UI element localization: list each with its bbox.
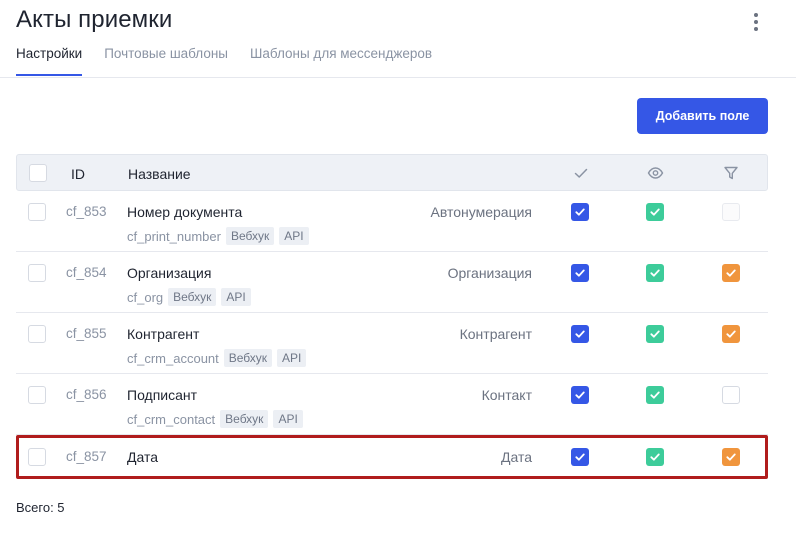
field-code: cf_print_number [127, 228, 221, 244]
field-type: Организация [447, 265, 532, 281]
table-row: cf_853 Номер документа cf_print_number В… [16, 191, 768, 252]
webhook-tag: Вебхук [223, 349, 273, 367]
visible-checkbox[interactable] [646, 325, 664, 343]
page-title: Акты приемки [16, 6, 173, 33]
header-name: Название [128, 166, 191, 182]
required-checkbox[interactable] [571, 386, 589, 404]
field-id: cf_853 [66, 204, 107, 219]
tab-bar: Настройки Почтовые шаблоны Шаблоны для м… [16, 46, 432, 76]
api-tag: API [273, 410, 303, 428]
filter-checkbox[interactable] [722, 386, 740, 404]
field-type: Дата [500, 449, 532, 465]
field-name: Номер документа [127, 204, 243, 220]
webhook-tag: Вебхук [168, 288, 217, 306]
table-row-highlighted: cf_857 Дата Дата [16, 435, 768, 479]
field-code: cf_crm_contact [127, 411, 216, 427]
required-checkbox[interactable] [571, 448, 589, 466]
filter-checkbox[interactable] [722, 264, 740, 282]
more-options-icon[interactable] [745, 10, 767, 34]
field-name: Подписант [127, 387, 198, 403]
api-tag: API [279, 227, 309, 245]
visible-checkbox[interactable] [646, 386, 664, 404]
visible-checkbox[interactable] [646, 264, 664, 282]
required-checkbox[interactable] [571, 264, 589, 282]
header-id: ID [71, 166, 85, 182]
field-code-line: cf_crm_account Вебхук API [127, 349, 307, 367]
table-header: ID Название [16, 154, 768, 191]
field-name: Дата [127, 449, 159, 465]
tab-messenger-templates[interactable]: Шаблоны для мессенджеров [250, 46, 432, 76]
row-select-checkbox[interactable] [28, 386, 46, 404]
api-tag: API [277, 349, 307, 367]
check-icon [573, 165, 589, 186]
row-select-checkbox[interactable] [28, 325, 46, 343]
field-type: Контакт [481, 387, 532, 403]
table-row: cf_854 Организация cf_org Вебхук API Орг… [16, 252, 768, 313]
total-count: Всего: 5 [16, 500, 65, 515]
field-type: Автонумерация [430, 204, 533, 220]
table-row: cf_856 Подписант cf_crm_contact Вебхук A… [16, 374, 768, 435]
tab-email-templates[interactable]: Почтовые шаблоны [104, 46, 228, 76]
webhook-tag: Вебхук [220, 410, 269, 428]
table-row: cf_855 Контрагент cf_crm_account Вебхук … [16, 313, 768, 374]
field-id: cf_857 [66, 449, 107, 464]
required-checkbox[interactable] [571, 325, 589, 343]
filter-checkbox[interactable] [722, 325, 740, 343]
row-select-checkbox[interactable] [28, 203, 46, 221]
field-name: Организация [127, 265, 212, 281]
row-select-checkbox[interactable] [28, 264, 46, 282]
filter-checkbox[interactable] [722, 448, 740, 466]
field-id: cf_856 [66, 387, 107, 402]
visible-checkbox[interactable] [646, 448, 664, 466]
field-code-line: cf_print_number Вебхук API [127, 227, 309, 245]
filter-checkbox [722, 203, 740, 221]
field-code: cf_crm_account [127, 350, 219, 366]
eye-icon [647, 165, 664, 186]
field-code: cf_org [127, 289, 164, 305]
add-field-button[interactable]: Добавить поле [637, 98, 768, 134]
visible-checkbox[interactable] [646, 203, 664, 221]
field-code-line: cf_crm_contact Вебхук API [127, 410, 303, 428]
field-id: cf_854 [66, 265, 107, 280]
row-select-checkbox[interactable] [28, 448, 46, 466]
webhook-tag: Вебхук [225, 227, 275, 245]
tab-settings[interactable]: Настройки [16, 46, 83, 76]
field-code-line: cf_org Вебхук API [127, 288, 251, 306]
required-checkbox[interactable] [571, 203, 589, 221]
select-all-checkbox[interactable] [29, 164, 47, 182]
api-tag: API [221, 288, 251, 306]
filter-icon [723, 165, 739, 186]
field-name: Контрагент [127, 326, 200, 342]
field-type: Контрагент [459, 326, 532, 342]
fields-table: ID Название cf_853 Номер документа cf_pr… [16, 154, 768, 479]
field-id: cf_855 [66, 326, 107, 341]
tabs-divider [0, 77, 796, 78]
